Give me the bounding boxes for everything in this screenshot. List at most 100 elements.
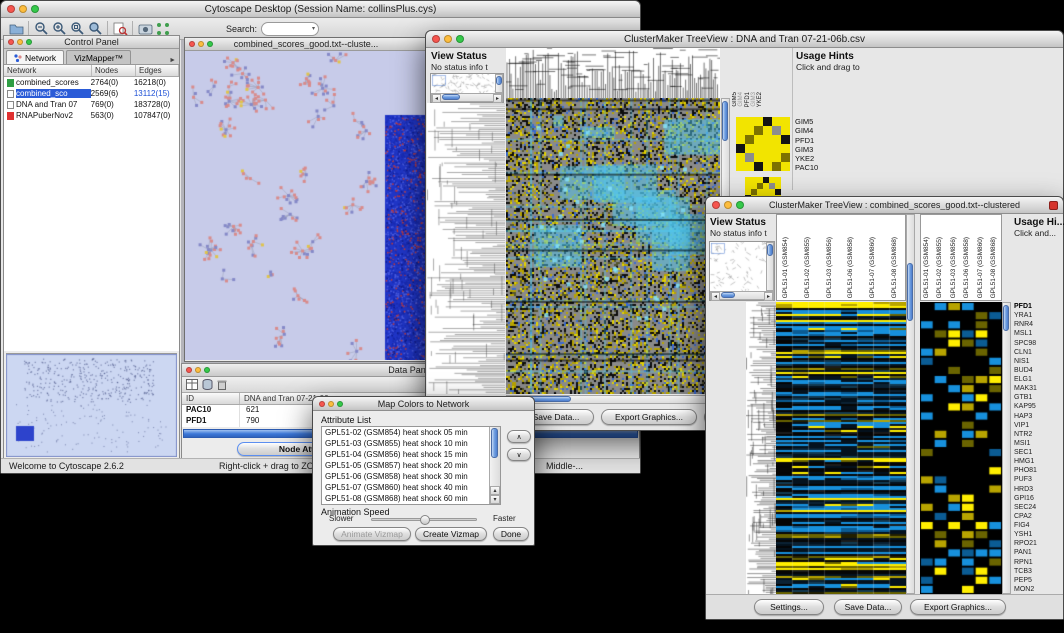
tab-overflow-arrow[interactable]: ► [169,57,176,64]
export-graphics-button[interactable]: Export Graphics... [601,409,697,425]
attribute-list-item[interactable]: GPL51-05 (GSM857) heat shock 20 min [322,460,489,471]
scroll-thumb[interactable] [442,94,460,100]
scroll-thumb[interactable] [721,292,735,298]
tv2-navigator-hscroll[interactable]: ◂ ▸ [710,291,774,300]
zoom-button[interactable] [736,201,744,209]
header-id[interactable]: ID [182,393,240,404]
tv2-titlebar[interactable]: ClusterMaker TreeView : combined_scores_… [706,197,1063,214]
attribute-listbox: GPL51-02 (GSM854) heat shock 05 minGPL51… [321,426,501,505]
move-down-button[interactable]: ∨ [507,448,531,461]
row-value-cell: 790 [240,416,259,427]
scroll-left-arrow[interactable]: ◂ [711,292,720,301]
save-data-button[interactable]: Save Data... [834,599,902,615]
scroll-thumb[interactable] [1003,305,1009,331]
search-input[interactable]: ▾ [261,22,319,36]
status-welcome: Welcome to Cytoscape 2.6.2 [9,461,124,471]
tv1-titlebar[interactable]: ClusterMaker TreeView : DNA and Tran 07-… [426,31,1063,48]
attribute-list-item[interactable]: GPL51-03 (GSM855) heat shock 10 min [322,438,489,449]
attribute-list-label: Attribute List [321,415,371,425]
export-graphics-button[interactable]: Export Graphics... [910,599,1006,615]
minimize-button[interactable] [328,401,334,407]
tab-vizmapper[interactable]: VizMapper™ [66,50,131,64]
network-tree-row[interactable]: RNAPuberNov2563(0)107847(0) [4,110,179,121]
close-button[interactable] [319,401,325,407]
database-icon[interactable] [202,379,213,390]
tv1-row-dendrogram[interactable] [427,103,505,394]
tab-network[interactable]: Network [6,50,64,64]
scroll-right-arrow[interactable]: ▸ [764,292,773,301]
network-overview-canvas[interactable] [6,354,177,457]
tv2-navigator-canvas[interactable] [710,242,766,291]
close-button[interactable] [712,201,720,209]
network-nodes-value: 2569(6) [91,89,134,98]
main-titlebar[interactable]: Cytoscape Desktop (Session Name: collins… [1,1,640,18]
attribute-list-scrollbar[interactable]: ▴ ▾ [489,427,500,504]
network-tree-row[interactable]: DNA and Tran 07769(0)183728(0) [4,99,179,110]
network-tree-row[interactable]: combined_sco2569(6)13112(15) [4,88,179,99]
zoom-button[interactable] [456,35,464,43]
attribute-list-item[interactable]: GPL51-02 (GSM854) heat shock 05 min [322,427,489,438]
tv1-navigator-canvas[interactable] [431,74,495,93]
network-view-titlebar[interactable]: combined_scores_good.txt--cluste... [185,38,427,51]
animation-speed-slider[interactable] [371,518,477,521]
network-tree-row[interactable]: combined_scores2764(0)16218(0) [4,77,179,88]
close-button[interactable] [7,5,15,13]
scroll-right-arrow[interactable]: ▸ [493,94,502,103]
scroll-left-arrow[interactable]: ◂ [432,94,441,103]
tv1-navigator-hscroll[interactable]: ◂ ▸ [431,93,503,102]
gene-label: RNR4 [1014,320,1062,329]
tv1-column-dendrogram[interactable] [506,48,720,98]
scroll-thumb[interactable] [722,101,728,141]
tv2-row-dendrogram[interactable] [746,302,776,594]
scroll-down-arrow[interactable]: ▾ [490,495,500,504]
header-nodes[interactable]: Nodes [92,65,136,76]
tv2-detail-vscroll[interactable] [1002,302,1011,594]
attribute-list-item[interactable]: GPL51-06 (GSM858) heat shock 30 min [322,471,489,482]
tv1-heatmap-canvas[interactable] [506,98,720,394]
zoom-button[interactable] [31,5,39,13]
animate-vizmap-button[interactable]: Animate Vizmap [333,527,411,541]
network-nodes-value: 769(0) [91,100,134,109]
table-icon[interactable] [186,379,198,390]
minimize-button[interactable] [19,5,27,13]
minimize-button[interactable] [724,201,732,209]
tv2-navigator[interactable]: ◂ ▸ [709,241,775,301]
control-panel-titlebar[interactable]: Control Panel [4,36,179,49]
attribute-list-item[interactable]: GPL51-07 (GSM860) heat shock 40 min [322,482,489,493]
move-up-button[interactable]: ∧ [507,430,531,443]
dialog-titlebar[interactable]: Map Colors to Network [313,397,534,411]
tv2-detail-heatmap-canvas[interactable] [920,302,1002,594]
delete-icon[interactable] [217,379,227,390]
minimize-button[interactable] [444,35,452,43]
attribute-list-item[interactable]: GPL51-08 (GSM868) heat shock 60 min [322,493,489,504]
close-button[interactable] [432,35,440,43]
create-vizmap-button[interactable]: Create Vizmap [415,527,487,541]
attribute-list-item[interactable]: GPL51-04 (GSM856) heat shock 15 min [322,449,489,460]
matrix-cell [763,144,772,153]
tv1-navigator-vscroll[interactable] [495,74,503,93]
scroll-thumb[interactable] [496,76,502,85]
scroll-up-arrow[interactable]: ▴ [490,486,500,495]
scroll-thumb[interactable] [491,428,498,458]
slower-label: Slower [329,514,353,523]
gene-label: PEP5 [1014,576,1062,585]
network-view-canvas[interactable] [185,51,427,360]
slider-thumb[interactable] [420,515,430,525]
done-button[interactable]: Done [493,527,529,541]
network-name-label: combined_scores [16,78,91,87]
header-network[interactable]: Network [4,65,92,76]
scroll-thumb[interactable] [767,244,773,256]
tv1-navigator[interactable]: ◂ ▸ [430,73,504,103]
tv1-heatmap-hscroll[interactable] [506,395,720,404]
column-label: GPL51-02 (GSM855) [805,237,812,298]
tv2-main-vscroll[interactable] [906,214,915,594]
scroll-thumb[interactable] [907,263,913,321]
zoom-button[interactable] [337,401,343,407]
settings-button[interactable]: Settings... [754,599,824,615]
tv2-heatmap-canvas[interactable] [776,302,906,594]
tv1-detail-matrix[interactable] [736,117,790,171]
tv2-navigator-vscroll[interactable] [766,242,774,291]
dialog-title: Map Colors to Network [313,399,534,409]
window-controls [7,5,39,13]
header-edges[interactable]: Edges [136,65,179,76]
